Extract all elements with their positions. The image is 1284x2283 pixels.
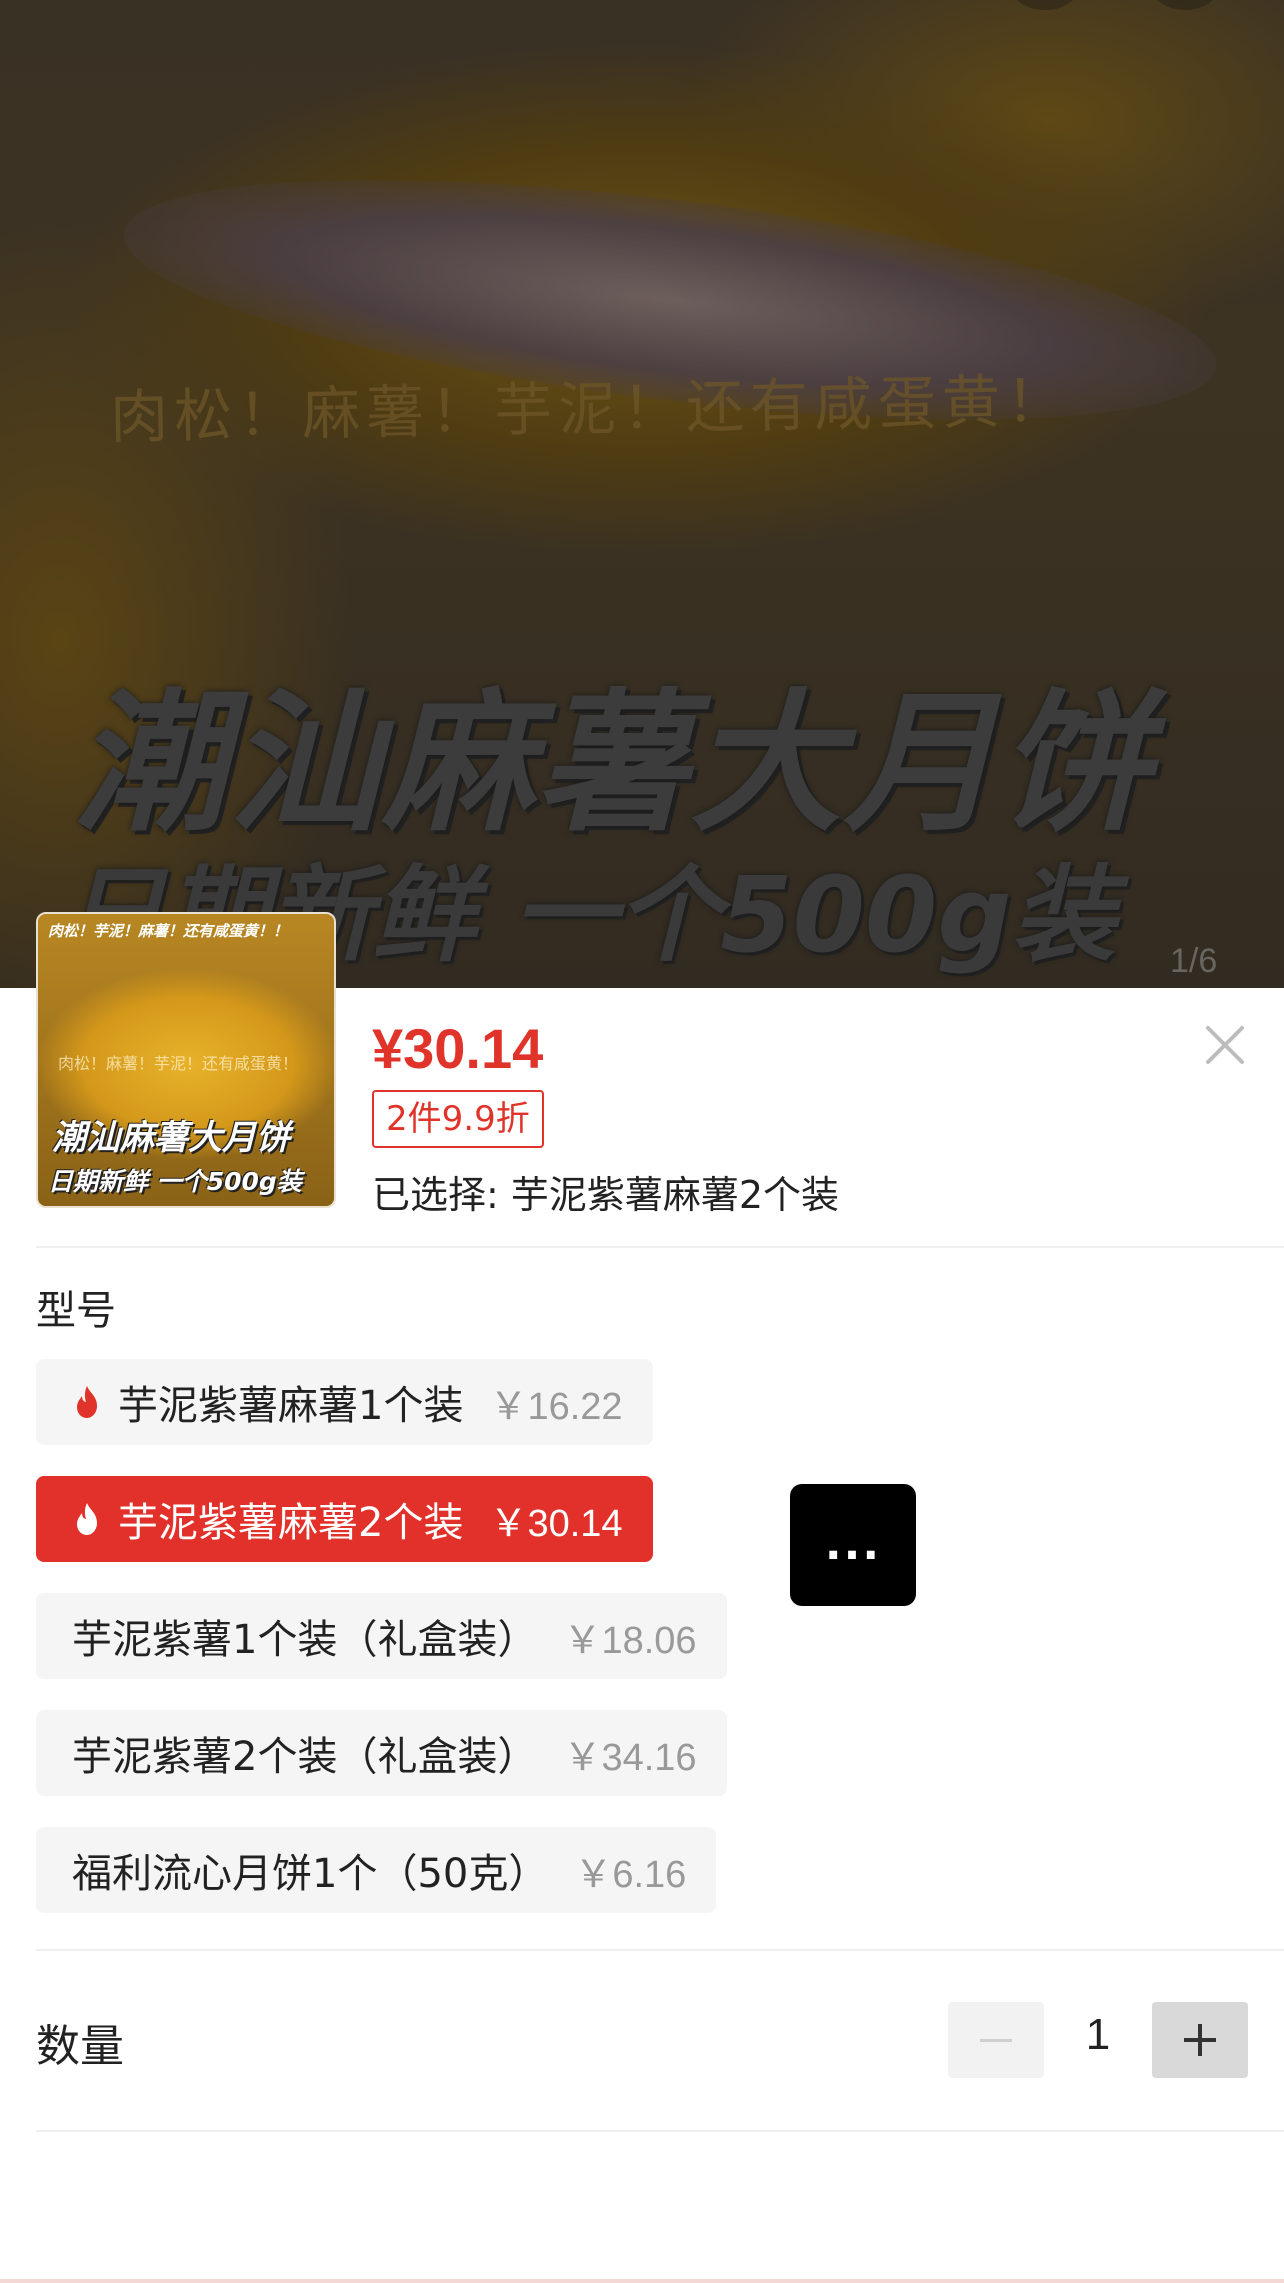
variant-option-price: ￥34.16 — [563, 1736, 697, 1779]
divider — [36, 1246, 1284, 1248]
sku-selector-page: 肉松！麻薯！芋泥！还有咸蛋黄！ 潮汕麻薯大月饼 日期新鲜 一个500g装 1/6… — [0, 0, 1284, 2283]
variant-option-name: 芋泥紫薯2个装（礼盒装） — [72, 1734, 538, 1780]
quantity-decrement-button[interactable] — [948, 2002, 1044, 2078]
more-button[interactable]: ... — [790, 1484, 916, 1606]
flame-icon — [77, 1503, 97, 1535]
hero-title: 潮汕麻薯大月饼 — [74, 675, 1152, 852]
product-price: ¥30.14 — [372, 1017, 544, 1080]
close-button[interactable] — [1200, 1020, 1250, 1070]
thumbnail-subtitle: 日期新鲜 一个500g装 — [48, 1167, 302, 1196]
divider — [36, 1949, 1284, 1951]
divider — [36, 2130, 1284, 2132]
hero-tagline: 肉松！麻薯！芋泥！还有咸蛋黄！ — [109, 366, 1071, 452]
more-icon: ... — [824, 1519, 882, 1570]
thumbnail-title: 潮汕麻薯大月饼 — [52, 1118, 290, 1158]
variant-option-price: ￥6.16 — [574, 1853, 687, 1896]
variant-option-name: 芋泥紫薯1个装（礼盒装） — [72, 1617, 538, 1663]
minus-icon — [980, 2038, 1012, 2042]
variant-option-price: ￥30.14 — [489, 1502, 623, 1545]
hero-decor — [1010, 0, 1080, 10]
variant-option-selected[interactable]: 芋泥紫薯麻薯2个装 ￥30.14 — [36, 1476, 653, 1562]
flame-icon — [77, 1386, 97, 1418]
close-icon — [1206, 1026, 1244, 1064]
product-hero-image: 肉松！麻薯！芋泥！还有咸蛋黄！ 潮汕麻薯大月饼 日期新鲜 一个500g装 1/6 — [0, 0, 1284, 990]
selected-variant-text: 已选择: 芋泥紫薯麻薯2个装 — [372, 1173, 840, 1217]
variant-option[interactable]: 芋泥紫薯1个装（礼盒装） ￥18.06 — [36, 1593, 727, 1679]
quantity-increment-button[interactable] — [1152, 2002, 1248, 2078]
quantity-value[interactable]: 1 — [1070, 2010, 1126, 2060]
variant-option[interactable]: 芋泥紫薯2个装（礼盒装） ￥34.16 — [36, 1710, 727, 1796]
bottom-edge — [0, 2279, 1284, 2283]
variant-option-name: 芋泥紫薯麻薯2个装 — [118, 1500, 464, 1546]
thumbnail-top-text: 肉松！芋泥！麻薯！还有咸蛋黄！！ — [48, 922, 289, 940]
promo-badge: 2件9.9折 — [372, 1090, 544, 1148]
variant-option[interactable]: 福利流心月饼1个（50克） ￥6.16 — [36, 1827, 717, 1913]
variant-option-name: 福利流心月饼1个（50克） — [72, 1851, 549, 1897]
variant-option-price: ￥16.22 — [489, 1385, 623, 1428]
product-thumbnail[interactable]: 肉松！芋泥！麻薯！还有咸蛋黄！！ 肉松！麻薯！芋泥！还有咸蛋黄！ 潮汕麻薯大月饼… — [36, 912, 336, 1208]
thumbnail-tagline: 肉松！麻薯！芋泥！还有咸蛋黄！ — [58, 1054, 299, 1073]
quantity-label: 数量 — [36, 2021, 124, 2072]
variant-option-name: 芋泥紫薯麻薯1个装 — [118, 1383, 464, 1429]
plus-icon — [1198, 2024, 1202, 2056]
variant-option[interactable]: 芋泥紫薯麻薯1个装 ￥16.22 — [36, 1359, 653, 1445]
variant-option-price: ￥18.06 — [563, 1619, 697, 1662]
hero-decor — [1150, 0, 1220, 10]
image-counter: 1/6 — [1170, 942, 1218, 980]
variant-section-label: 型号 — [36, 1288, 116, 1334]
